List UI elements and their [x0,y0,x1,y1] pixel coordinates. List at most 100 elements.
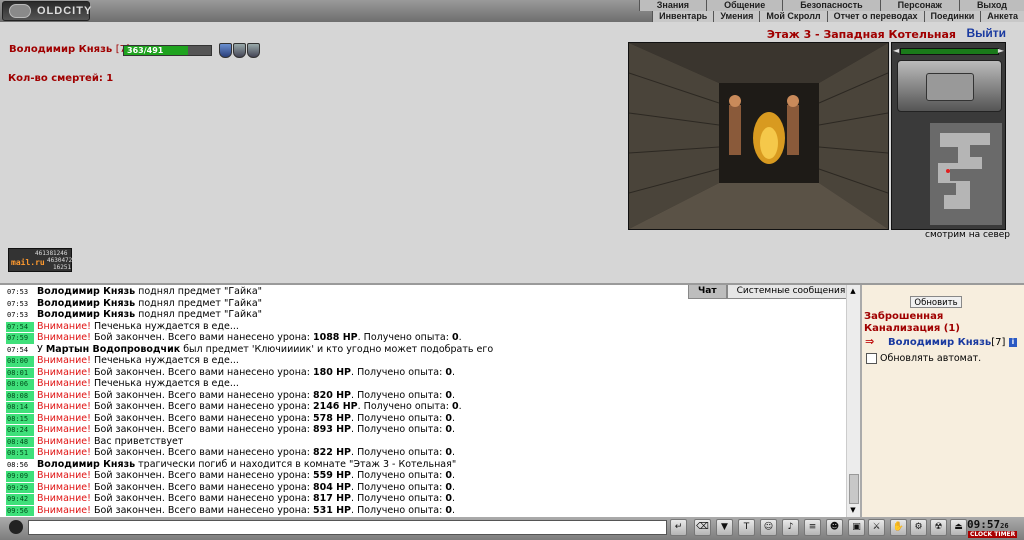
chat-timestamp[interactable]: 08:24 [6,425,34,436]
menu-character[interactable]: Персонаж [879,0,959,11]
chat-warning-label: Внимание! [37,332,91,343]
chat-line: 08:01 Внимание! Бой закончен. Всего вами… [6,367,842,378]
chat-timestamp[interactable]: 08:48 [6,436,34,447]
list-icon[interactable]: ≡ [804,519,821,536]
turn-left-arrow-icon[interactable]: ◄ [893,46,899,55]
chat-timestamp[interactable]: 08:06 [6,379,34,390]
scroll-thumb[interactable] [849,474,859,504]
filter-icon[interactable]: ▼ [716,519,733,536]
chat-text: Печенька нуждается в еде... [90,320,239,332]
chat-text: Бой закончен. Всего вами нанесено урона: [90,389,313,401]
chat-text: Бой закончен. Всего вами нанесено урона: [90,481,313,493]
hammer-icon[interactable]: T [738,519,755,536]
room-user-name[interactable]: Володимир Князь [888,337,991,348]
chat-timestamp[interactable]: 09:09 [6,471,34,482]
scroll-down-icon[interactable]: ▼ [848,505,858,515]
music-icon[interactable]: ♪ [782,519,799,536]
tab-chat[interactable]: Чат [688,285,727,299]
eraser-icon[interactable]: ⌫ [694,519,711,536]
compass-center[interactable] [926,73,974,101]
submenu-my-scroll[interactable]: Мой Скролл [759,11,827,22]
submenu-inventory[interactable]: Инвентарь [652,11,714,22]
chat-timestamp[interactable]: 07:54 [6,345,34,356]
room-user[interactable]: Володимир Князь[7] i [888,337,1017,348]
chat-warning-label: Внимание! [37,424,91,435]
counter-total: 461381246 [35,250,68,257]
gear-icon[interactable]: ⚙ [910,519,927,536]
minimap[interactable] [930,123,1002,225]
scroll-icon[interactable] [219,43,232,58]
chat-timestamp[interactable]: 08:51 [6,448,34,459]
chat-user-name[interactable]: Володимир Князь [37,459,135,470]
scroll-up-icon[interactable]: ▲ [848,286,858,296]
chat-user-name[interactable]: Мартын Водопроводчик [46,344,180,355]
dungeon-view[interactable] [628,42,889,230]
chat-damage-value: 820 HP [312,389,352,401]
exit-link[interactable]: Выйти [966,26,1006,40]
chat-timestamp[interactable]: 08:15 [6,413,34,424]
auto-refresh-label: Обновлять автомат. [880,353,982,364]
exit-door-icon[interactable]: ⏏ [950,519,967,536]
chat-exp-value: 0 [445,504,452,516]
chat-text: . [451,447,455,458]
submenu-duels[interactable]: Поединки [923,11,981,22]
mask-icon[interactable]: ☢ [930,519,947,536]
menu-security[interactable]: Безопасность [782,0,880,11]
chat-damage-value: 822 HP [312,447,352,458]
chat-line: 08:08 Внимание! Бой закончен. Всего вами… [6,389,842,401]
dungeon-scene [629,43,888,229]
chat-timestamp[interactable]: 09:29 [6,482,34,493]
chat-input[interactable] [28,520,667,535]
shield-icon[interactable] [233,43,246,58]
chat-text: . Получено опыта: [357,332,452,343]
compass-control[interactable] [897,60,1002,112]
chat-text: Бой закончен. Всего вами нанесено урона: [90,470,313,481]
menu-knowledge[interactable]: Знания [638,0,707,11]
chat-line: 09:09 Внимание! Бой закончен. Всего вами… [6,470,842,482]
chat-timestamp[interactable]: 07:53 [6,287,34,298]
chat-text: трагически погиб и находится в комнате "… [135,458,457,470]
logo[interactable]: OLDCITY [2,1,91,21]
menu-exit[interactable]: Выход [958,0,1024,11]
menu-communication[interactable]: Общение [706,0,783,11]
chat-timestamp[interactable]: 08:56 [6,460,34,471]
mailru-counter[interactable]: 461381246 mail.ru 4630472 16251 [8,248,72,272]
chat-timestamp[interactable]: 07:53 [6,310,34,321]
chat-text: Печенька нуждается в еде... [90,378,239,389]
chat-timestamp[interactable]: 09:56 [6,505,34,516]
smiley-icon[interactable]: ☻ [826,519,843,536]
chat-scrollbar[interactable]: ▲ ▼ [846,285,860,517]
chat-timestamp[interactable]: 09:42 [6,494,34,505]
person-icon[interactable]: ☺ [760,519,777,536]
chat-line: 08:51 Внимание! Бой закончен. Всего вами… [6,447,842,459]
submenu-profile[interactable]: Анкета [980,11,1024,22]
chat-timestamp[interactable]: 08:08 [6,390,34,401]
info-icon[interactable]: i [1008,337,1017,347]
chat-timestamp[interactable]: 07:53 [6,299,34,310]
chat-damage-value: 804 HP [312,481,352,493]
chat-user-name[interactable]: Володимир Князь [37,309,135,320]
battle-icon[interactable]: ⚔ [868,519,885,536]
auto-refresh-checkbox[interactable] [866,353,877,364]
tab-system-messages[interactable]: Системные сообщения [726,285,856,299]
refresh-button[interactable]: Обновить [910,296,962,308]
chat-timestamp[interactable]: 08:00 [6,356,34,367]
player-name-line[interactable]: Володимир Князь [7] i [9,44,142,55]
chat-timestamp[interactable]: 07:54 [6,321,34,332]
submenu-transfer-report[interactable]: Отчет о переводах [826,11,924,22]
chat-timestamp[interactable]: 07:59 [6,333,34,344]
user-card-icon[interactable]: ▣ [848,519,865,536]
chat-timestamp[interactable]: 08:01 [6,367,34,378]
shield-emblem-icon[interactable] [247,43,260,58]
chat-smiley-icon[interactable] [9,520,23,534]
chat-timestamp[interactable]: 08:14 [6,402,34,413]
chat-user-name[interactable]: Володимир Князь [37,286,135,297]
chat-text: был предмет 'Ключиииик' и кто угодно мож… [180,343,494,355]
submenu-skills[interactable]: Умения [713,11,760,22]
hand-icon[interactable]: ✋ [890,519,907,536]
chat-user-name[interactable]: Володимир Князь [37,298,135,309]
send-icon[interactable]: ↵ [670,519,687,536]
player-name[interactable]: Володимир Князь [9,44,112,55]
turn-right-arrow-icon[interactable]: ► [998,46,1004,55]
chat-line: 07:59 Внимание! Бой закончен. Всего вами… [6,332,842,344]
